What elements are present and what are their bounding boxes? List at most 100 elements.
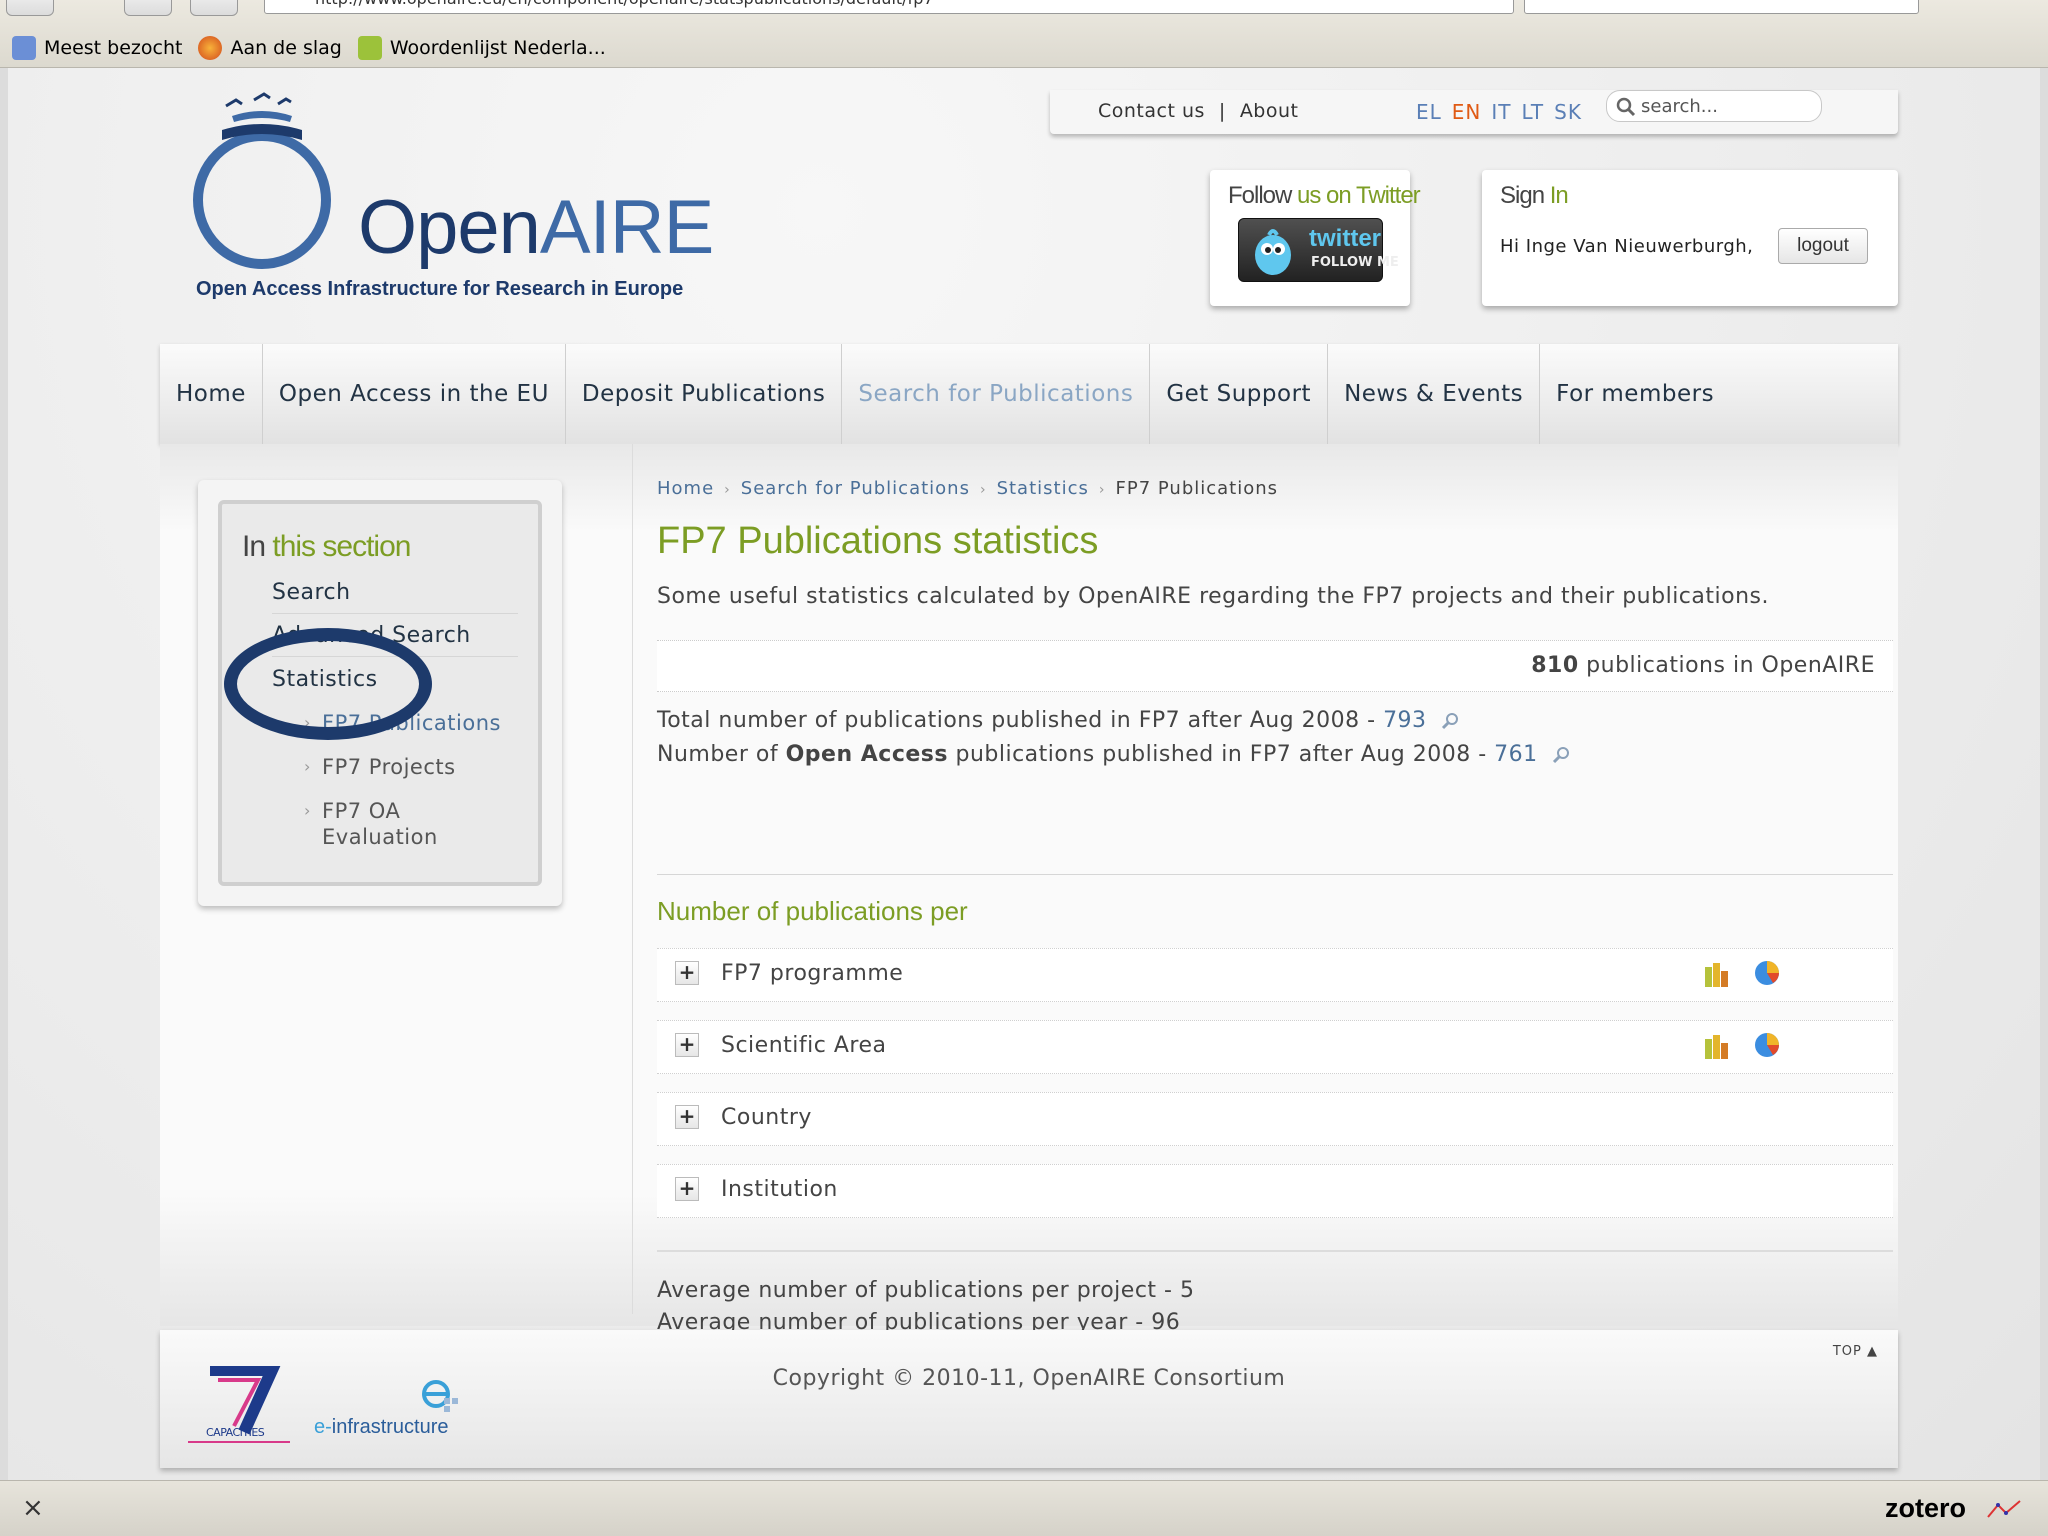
twitter-follow-label: FOLLOW ME: [1311, 255, 1399, 270]
copyright-text: Copyright © 2010-11, OpenAIRE Consortium: [772, 1366, 1286, 1391]
expand-plus-icon[interactable]: +: [675, 961, 699, 985]
sidebar-subitem-fp7-oa-evaluation[interactable]: › FP7 OA Evaluation: [304, 798, 522, 850]
close-icon[interactable]: ×: [22, 1493, 44, 1523]
contact-us-link[interactable]: Contact us: [1098, 100, 1205, 122]
twitter-title-part: us on Twitter: [1297, 182, 1421, 209]
twitter-follow-button[interactable]: twitter FOLLOW ME: [1238, 218, 1399, 282]
oa-label: publications published in FP7 after Aug …: [948, 742, 1495, 767]
pie-chart-icon[interactable]: [1753, 1031, 1781, 1059]
lang-el[interactable]: EL: [1416, 100, 1442, 124]
highlight-circle-annotation: [224, 628, 432, 740]
browser-status-bar: × zotero: [0, 1480, 2048, 1536]
avg-per-project: Average number of publications per proje…: [657, 1278, 1195, 1303]
publication-count-number: 810: [1531, 653, 1579, 678]
nav-open-access-eu[interactable]: Open Access in the EU: [263, 344, 566, 444]
user-greeting: Hi Inge Van Nieuwerburgh,: [1500, 236, 1754, 257]
sidebar-subitem-fp7-projects[interactable]: › FP7 Projects: [304, 754, 522, 780]
about-link[interactable]: About: [1240, 100, 1299, 122]
logo-ring-icon: [193, 92, 331, 269]
breadcrumb-search[interactable]: Search for Publications: [741, 478, 970, 499]
breadcrumb-separator: ›: [724, 482, 731, 498]
zotero-status-label[interactable]: zotero: [1885, 1493, 1966, 1524]
lang-en[interactable]: EN: [1452, 100, 1482, 124]
stats-row-label[interactable]: FP7 programme: [721, 961, 903, 986]
oa-label-bold: Open Access: [785, 742, 948, 767]
search-icon: [1616, 97, 1636, 117]
stats-row-institution: + Institution: [657, 1164, 1893, 1218]
logo-tagline: Open Access Infrastructure for Research …: [196, 278, 684, 300]
page-intro: Some useful statistics calculated by Ope…: [657, 584, 1769, 609]
bookmark-label: Aan de slag: [230, 37, 342, 59]
zotero-graph-icon[interactable]: [1986, 1497, 2022, 1521]
total-label: Total number of publications published i…: [657, 708, 1384, 733]
caret-up-icon: ▲: [1867, 1344, 1878, 1359]
home-button[interactable]: [190, 0, 238, 16]
search-placeholder: search...: [1641, 96, 1718, 117]
openaire-logo[interactable]: OpenAIRE Open Access Infrastructure for …: [192, 92, 722, 312]
lang-sk[interactable]: SK: [1554, 100, 1582, 124]
chevron-right-icon: ›: [304, 757, 311, 776]
web-page: Contact us | About EL EN IT LT SK search... Op…: [8, 68, 2040, 1480]
breadcrumb: Home › Search for Publications › Statistics ›…: [657, 478, 1278, 499]
breadcrumb-separator: ›: [979, 482, 987, 498]
bookmark-getting-started[interactable]: Aan de slag: [198, 36, 342, 60]
nav-search-publications[interactable]: Search for Publications: [842, 344, 1151, 444]
fp7-label: CAPACITIES: [206, 1426, 265, 1439]
stats-row-label[interactable]: Institution: [721, 1177, 838, 1202]
reload-button[interactable]: [124, 0, 172, 16]
browser-search-field[interactable]: [1524, 0, 1919, 14]
twitter-title-part: Follow: [1228, 182, 1298, 209]
total-value-link[interactable]: 793: [1383, 708, 1427, 733]
stats-row-label[interactable]: Country: [721, 1105, 812, 1130]
logo-open: Open: [358, 185, 541, 270]
nav-home[interactable]: Home: [160, 344, 263, 444]
language-switcher: EL EN IT LT SK: [1416, 100, 1592, 124]
main-navigation: Home Open Access in the EU Deposit Publi…: [160, 344, 1898, 444]
url-bar[interactable]: http://www.openaire.eu/en/component/open…: [264, 0, 1514, 14]
nav-for-members[interactable]: For members: [1540, 344, 1730, 444]
breadcrumb-home[interactable]: Home: [657, 478, 714, 499]
signin-title: Sign In: [1500, 182, 1569, 210]
breadcrumb-current: FP7 Publications: [1115, 478, 1279, 499]
twitter-wordmark: twitter: [1309, 225, 1381, 252]
nav-deposit-publications[interactable]: Deposit Publications: [566, 344, 843, 444]
logo-wordmark: OpenAIRE: [358, 184, 714, 271]
page-footer: CAPACITIES e-infrastructure Copyright © …: [160, 1330, 1898, 1468]
lang-lt[interactable]: LT: [1522, 100, 1545, 124]
bar-chart-icon[interactable]: [1703, 961, 1731, 987]
bookmark-most-visited[interactable]: Meest bezocht: [12, 36, 182, 60]
back-to-top-link[interactable]: TOP ▲: [1833, 1344, 1878, 1359]
nav-news-events[interactable]: News & Events: [1328, 344, 1541, 444]
open-access-publications-line: Number of Open Access publications publi…: [657, 742, 1571, 767]
stats-row-country: + Country: [657, 1092, 1893, 1146]
expand-plus-icon[interactable]: +: [675, 1105, 699, 1129]
bookmark-dictionary[interactable]: Woordenlijst Nederla...: [357, 36, 606, 60]
per-section-title: Number of publications per: [657, 896, 968, 926]
oa-value-link[interactable]: 761: [1494, 742, 1538, 767]
chevron-right-icon: ›: [304, 801, 311, 820]
pie-chart-icon[interactable]: [1753, 959, 1781, 987]
nav-get-support[interactable]: Get Support: [1150, 344, 1329, 444]
stats-row-label[interactable]: Scientific Area: [721, 1033, 886, 1058]
bar-chart-icon[interactable]: [1703, 1033, 1731, 1059]
top-label: TOP: [1832, 1344, 1862, 1359]
utility-links: Contact us | About: [1098, 100, 1299, 122]
expand-plus-icon[interactable]: +: [675, 1033, 699, 1057]
magnifier-icon[interactable]: [1551, 745, 1571, 765]
breadcrumb-separator: ›: [1098, 482, 1106, 498]
logout-button[interactable]: logout: [1778, 228, 1868, 264]
breadcrumb-statistics[interactable]: Statistics: [997, 478, 1089, 499]
back-button[interactable]: [6, 0, 54, 16]
sidebar-item-search[interactable]: Search: [272, 580, 518, 614]
expand-plus-icon[interactable]: +: [675, 1177, 699, 1201]
site-search-input[interactable]: search...: [1606, 90, 1822, 122]
sidebar-title-part: In: [242, 530, 273, 563]
lang-it[interactable]: IT: [1491, 100, 1511, 124]
e-infrastructure-text: e-infrastructure: [314, 1416, 449, 1439]
stats-row-fp7-programme: + FP7 programme: [657, 948, 1893, 1002]
page-title: FP7 Publications statistics: [657, 520, 1099, 562]
magnifier-icon[interactable]: [1440, 711, 1460, 731]
sidebar-subitem-label: FP7 OA Evaluation: [322, 799, 438, 849]
content-area: In this section Search Advanced Search S…: [160, 444, 1898, 1335]
sidebar-subitem-label: FP7 Projects: [322, 755, 456, 779]
